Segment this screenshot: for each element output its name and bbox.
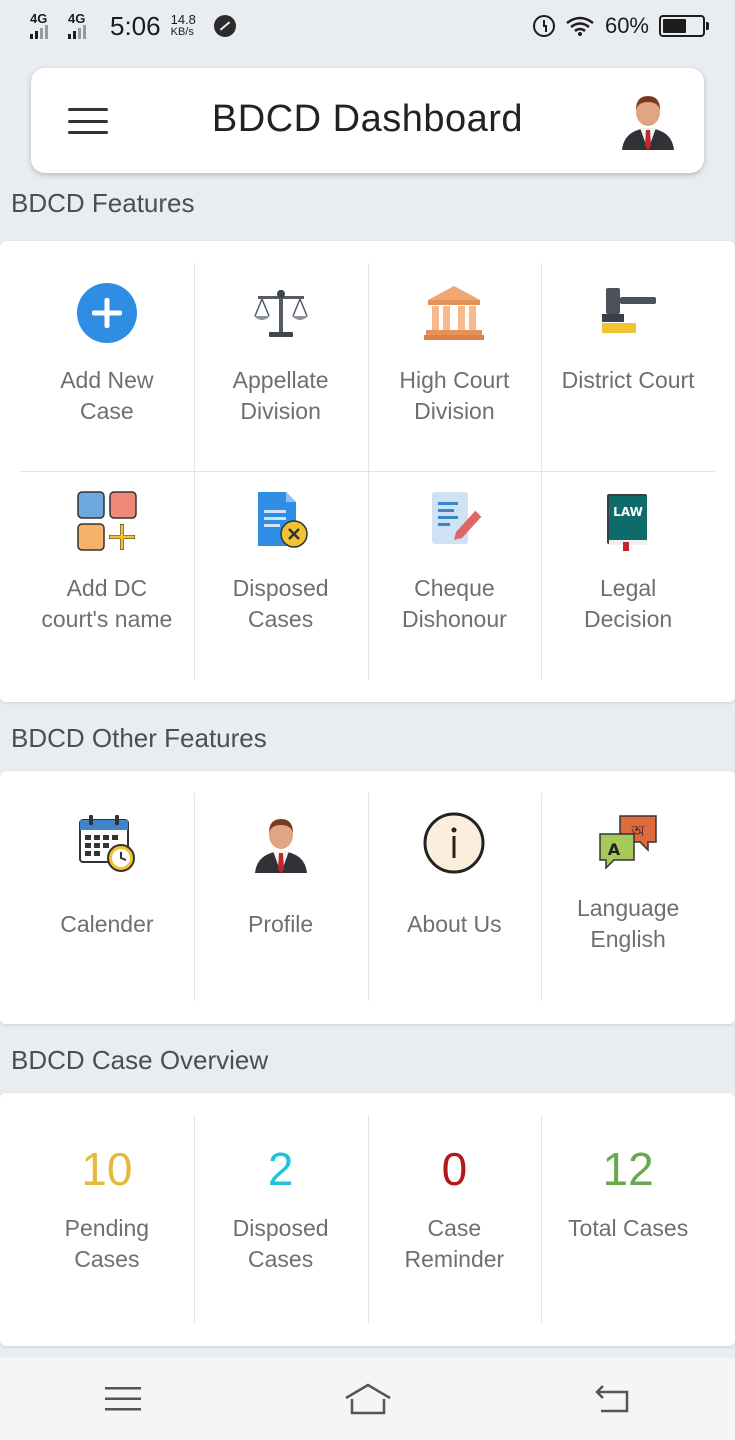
signal-2-icon: 4G bbox=[68, 12, 98, 40]
alarm-icon bbox=[532, 15, 555, 37]
network-speed-value: 14.8 bbox=[170, 12, 196, 27]
overview-value: 10 bbox=[81, 1143, 133, 1195]
feature-label: District Court bbox=[561, 367, 695, 393]
courthouse-icon bbox=[422, 281, 486, 345]
overview-card: 10 Pending Cases 2 Disposed Cases 0 Case… bbox=[0, 1093, 735, 1346]
network-type-1: 4G bbox=[30, 11, 48, 26]
features-card: Add New Case Appellate Division High Cou… bbox=[0, 241, 735, 702]
feature-label: Add New Case bbox=[60, 367, 154, 424]
info-icon bbox=[422, 811, 486, 875]
other-features-section-title: BDCD Other Features bbox=[11, 723, 267, 753]
status-left: 4G 4G 5:06 14.8 KB/s bbox=[30, 11, 236, 42]
status-time: 5:06 bbox=[110, 10, 161, 41]
back-icon[interactable] bbox=[583, 1374, 643, 1424]
network-speed: 14.8 KB/s bbox=[170, 12, 196, 38]
feature-label: Legal Decision bbox=[584, 575, 673, 632]
other-features-grid: Calender Profile About Us অ A Language E… bbox=[20, 793, 715, 1001]
overview-grid: 10 Pending Cases 2 Disposed Cases 0 Case… bbox=[20, 1115, 715, 1323]
feature-legal-decision[interactable]: LAW Legal Decision bbox=[541, 471, 715, 680]
app-notification-icon bbox=[213, 15, 236, 37]
svg-text:LAW: LAW bbox=[613, 505, 643, 519]
overview-value: 12 bbox=[602, 1143, 654, 1195]
home-icon[interactable] bbox=[338, 1374, 398, 1424]
translate-icon: অ A bbox=[596, 811, 660, 875]
other-feature-language[interactable]: অ A Language English bbox=[541, 793, 715, 1001]
features-section-title: BDCD Features bbox=[11, 188, 195, 218]
add-grid-icon bbox=[75, 489, 139, 553]
status-bar: 4G 4G 5:06 14.8 KB/s 60% bbox=[0, 0, 735, 52]
other-features-card: Calender Profile About Us অ A Language E… bbox=[0, 771, 735, 1024]
law-book-icon: LAW bbox=[596, 489, 660, 553]
feature-add-dc-court-name[interactable]: Add DC court's name bbox=[20, 471, 194, 680]
feature-label: Add DC court's name bbox=[41, 575, 173, 632]
overview-pending-cases[interactable]: 10 Pending Cases bbox=[20, 1115, 194, 1323]
network-speed-unit: KB/s bbox=[170, 26, 194, 38]
feature-high-court-division[interactable]: High Court Division bbox=[367, 263, 542, 471]
feature-appellate-division[interactable]: Appellate Division bbox=[193, 263, 368, 471]
other-feature-about-us[interactable]: About Us bbox=[367, 793, 542, 1001]
other-feature-label: Language English bbox=[576, 895, 680, 952]
document-pen-icon bbox=[422, 489, 486, 553]
other-feature-label: Profile bbox=[248, 911, 314, 937]
calendar-clock-icon bbox=[75, 811, 139, 875]
feature-district-court[interactable]: District Court bbox=[541, 263, 715, 471]
signal-1-icon: 4G bbox=[30, 12, 60, 40]
feature-disposed-cases[interactable]: Disposed Cases bbox=[193, 471, 368, 680]
battery-percent: 60% bbox=[604, 13, 649, 38]
overview-case-reminder[interactable]: 0 Case Reminder bbox=[367, 1115, 542, 1323]
other-feature-calendar[interactable]: Calender bbox=[20, 793, 194, 1001]
feature-cheque-dishonour[interactable]: Cheque Dishonour bbox=[367, 471, 542, 680]
app-header: BDCD Dashboard bbox=[31, 68, 704, 173]
overview-label: Disposed Cases bbox=[232, 1215, 329, 1272]
document-cancel-icon bbox=[249, 489, 313, 553]
translate-glyph-b: অ bbox=[631, 822, 646, 840]
status-right: 60% bbox=[532, 13, 709, 39]
feature-label: Disposed Cases bbox=[232, 575, 329, 632]
overview-total-cases[interactable]: 12 Total Cases bbox=[541, 1115, 715, 1323]
other-feature-label: Calender bbox=[60, 911, 154, 937]
feature-add-new-case[interactable]: Add New Case bbox=[20, 263, 194, 471]
wifi-icon bbox=[566, 16, 594, 36]
page-title: BDCD Dashboard bbox=[211, 98, 524, 140]
scales-icon bbox=[249, 281, 313, 345]
overview-value: 2 bbox=[267, 1143, 294, 1195]
feature-label: Appellate Division bbox=[232, 367, 329, 424]
add-circle-icon bbox=[75, 281, 139, 345]
overview-label: Case Reminder bbox=[404, 1215, 505, 1272]
feature-label: High Court Division bbox=[399, 367, 510, 424]
user-avatar-icon[interactable] bbox=[616, 88, 680, 152]
overview-disposed-cases[interactable]: 2 Disposed Cases bbox=[193, 1115, 368, 1323]
battery-icon bbox=[659, 15, 709, 37]
overview-label: Pending Cases bbox=[64, 1215, 150, 1272]
other-feature-profile[interactable]: Profile bbox=[193, 793, 368, 1001]
translate-glyph-a: A bbox=[608, 840, 621, 859]
overview-value: 0 bbox=[441, 1143, 468, 1195]
network-type-2: 4G bbox=[68, 11, 86, 26]
other-feature-label: About Us bbox=[407, 911, 502, 937]
features-row-divider bbox=[20, 471, 715, 472]
overview-section-title: BDCD Case Overview bbox=[11, 1045, 269, 1075]
system-nav-bar bbox=[0, 1358, 735, 1440]
gavel-icon bbox=[596, 281, 660, 345]
profile-icon bbox=[249, 811, 313, 875]
menu-icon[interactable] bbox=[93, 1374, 153, 1424]
feature-label: Cheque Dishonour bbox=[401, 575, 507, 632]
overview-label: Total Cases bbox=[568, 1215, 689, 1241]
